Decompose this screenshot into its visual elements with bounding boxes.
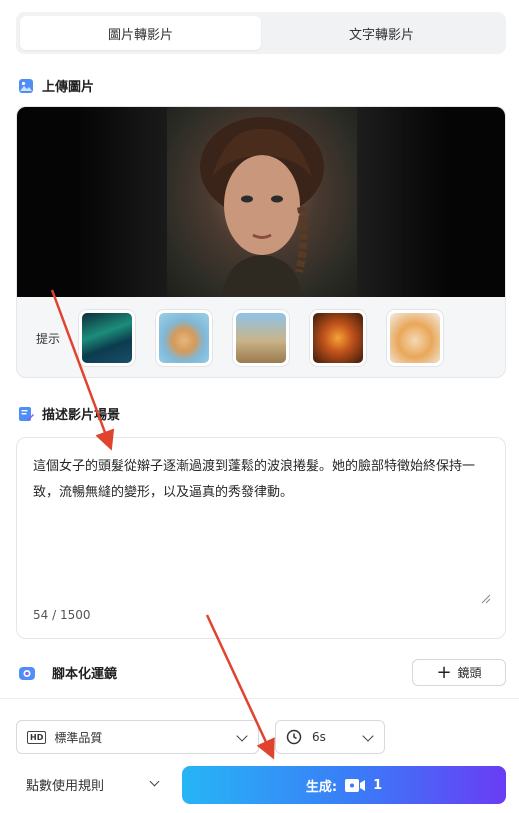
portrait-image	[167, 107, 357, 297]
add-lens-button[interactable]: + 鏡頭	[412, 659, 506, 686]
cyclist-thumbnail[interactable]	[233, 310, 289, 366]
duration-select[interactable]: 6s	[275, 720, 385, 754]
script-lens-title-label: 腳本化運鏡	[52, 667, 118, 682]
duration-label: 6s	[312, 730, 326, 744]
points-rules-dropdown[interactable]: 點數使用規則	[26, 775, 104, 794]
mode-tabs: 圖片轉影片 文字轉影片	[16, 12, 506, 54]
uploaded-image[interactable]	[17, 107, 505, 297]
teddy-bear-thumbnail[interactable]	[156, 310, 212, 366]
chevron-down-icon	[236, 730, 248, 742]
quality-select[interactable]: HD 標準品質	[16, 720, 259, 754]
hd-icon: HD	[27, 730, 47, 744]
plus-icon: +	[436, 661, 452, 683]
upload-title-label: 上傳圖片	[42, 80, 95, 95]
chevron-down-icon	[362, 730, 374, 742]
quality-label: 標準品質	[54, 730, 103, 745]
description-title-label: 描述影片場景	[42, 408, 121, 423]
tab-image-to-video[interactable]: 圖片轉影片	[20, 16, 261, 50]
generate-button[interactable]: 生成: 1	[182, 766, 506, 804]
upload-card[interactable]: 提示	[16, 106, 506, 378]
generate-label: 生成:	[305, 779, 338, 795]
tab-text-to-video[interactable]: 文字轉影片	[261, 16, 502, 50]
hint-row: 提示	[17, 297, 505, 377]
hint-label: 提示	[35, 331, 60, 346]
script-lens-section-title: 腳本化運鏡	[18, 663, 117, 682]
description-textarea[interactable]: 這個女子的頭髮從辮子逐漸過渡到蓬鬆的波浪捲髮。她的臉部特徵始終保持一致，流暢無縫…	[16, 437, 506, 639]
description-text[interactable]: 這個女子的頭髮從辮子逐漸過渡到蓬鬆的波浪捲髮。她的臉部特徵始終保持一致，流暢無縫…	[33, 454, 493, 506]
character-counter: 54 / 1500	[33, 608, 91, 622]
resize-handle-icon[interactable]	[481, 594, 491, 604]
edit-note-icon	[18, 406, 34, 422]
camera-lens-icon	[18, 664, 36, 682]
generate-count: 1	[373, 777, 383, 793]
upload-section-title: 上傳圖片	[18, 76, 94, 95]
description-section-title: 描述影片場景	[18, 404, 120, 423]
aurora-thumbnail[interactable]	[79, 310, 135, 366]
video-camera-icon	[345, 778, 366, 792]
add-lens-label: 鏡頭	[457, 666, 482, 680]
image-icon	[18, 78, 34, 94]
kitten-thumbnail[interactable]	[387, 310, 443, 366]
clock-icon	[286, 729, 302, 745]
perfume-bottle-thumbnail[interactable]	[310, 310, 366, 366]
